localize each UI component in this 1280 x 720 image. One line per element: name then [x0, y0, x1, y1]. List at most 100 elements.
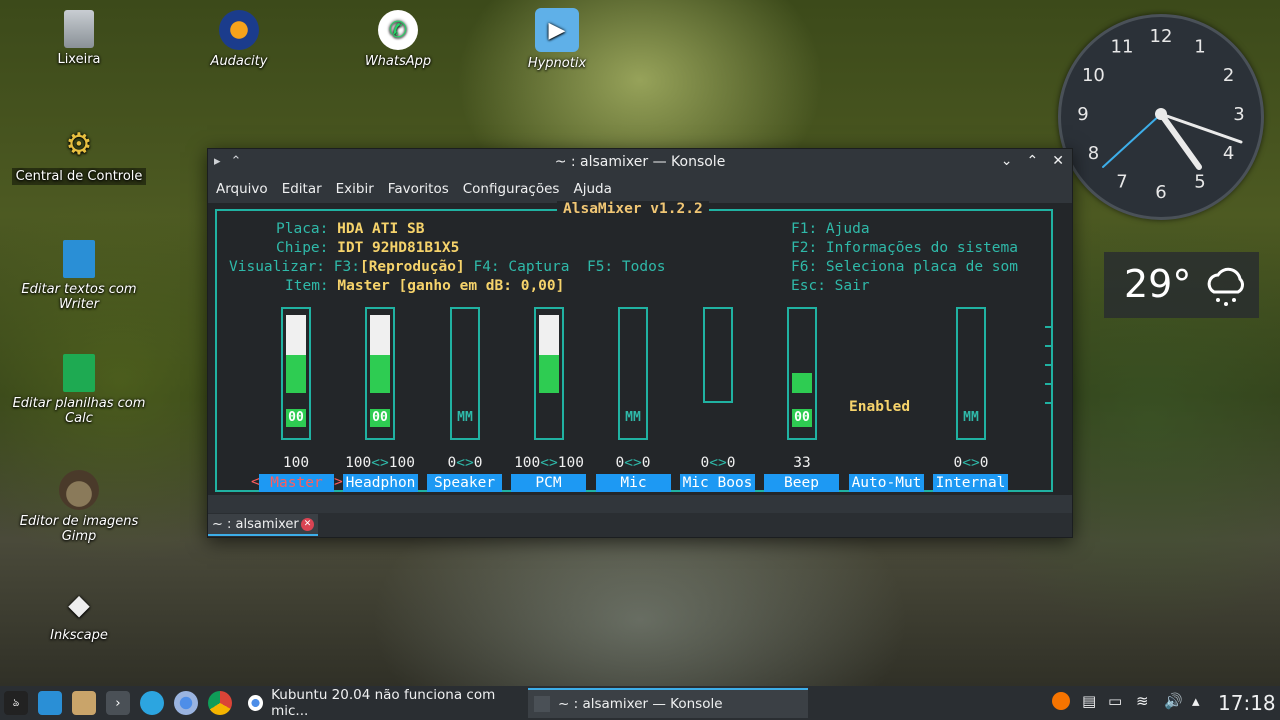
file-manager-icon[interactable]: [38, 691, 62, 715]
channel-internal-slider[interactable]: MM: [956, 307, 986, 440]
chromium-icon[interactable]: [174, 691, 198, 715]
clock-number: 7: [1116, 172, 1127, 193]
alsamixer-title: AlsaMixer v1.2.2: [557, 201, 709, 217]
telegram-icon[interactable]: [140, 691, 164, 715]
auto-mute-state: Enabled: [849, 399, 911, 415]
calc-icon: [63, 354, 95, 392]
channel-name-beep[interactable]: Beep: [764, 474, 839, 492]
channel-name-internal[interactable]: Internal: [933, 474, 1008, 492]
taskbar: ঌ › Kubuntu 20.04 não funciona com mic..…: [0, 686, 1280, 720]
channel-name-micboost[interactable]: Mic Boos: [680, 474, 755, 492]
desktop-icon-trash[interactable]: Lixeira: [4, 10, 154, 67]
maximize-button[interactable]: ⌃: [1027, 153, 1039, 169]
close-button[interactable]: ✕: [1052, 153, 1064, 169]
desktop-icon-label: Audacity: [210, 54, 268, 69]
volume-readout-internal: 0<>0: [953, 455, 989, 471]
menu-configuracoes[interactable]: Configurações: [463, 181, 560, 197]
volume-icon[interactable]: 🔊: [1164, 692, 1183, 710]
level-green: [792, 373, 812, 393]
volume-readout-master: 100: [282, 455, 310, 471]
menu-arquivo[interactable]: Arquivo: [216, 181, 268, 197]
tab-bar: ~ : alsamixer ✕: [208, 513, 1072, 537]
tab-alsamixer[interactable]: ~ : alsamixer ✕: [208, 514, 318, 536]
expand-tray-icon[interactable]: ▴: [1192, 692, 1200, 710]
terminal-area[interactable]: AlsaMixer v1.2.2 Placa: HDA ATI SB Chipe…: [208, 201, 1072, 495]
konsole-window[interactable]: ▸ ⌃ ~ : alsamixer — Konsole ⌄ ⌃ ✕ Arquiv…: [207, 148, 1073, 538]
audio-app-tray-icon[interactable]: [1052, 692, 1070, 710]
volume-readout-pcm: 100<>100: [514, 455, 584, 471]
channel-micboost-slider[interactable]: [703, 307, 733, 403]
menu-ajuda[interactable]: Ajuda: [573, 181, 611, 197]
desktop-icon-label: Hypnotix: [527, 56, 587, 71]
desktop-icon-whatsapp[interactable]: ✆ WhatsApp: [323, 10, 473, 69]
desktop-icon-label: Editar textos com Writer: [21, 282, 137, 312]
clock-number: 6: [1155, 182, 1166, 203]
chip-info: Chipe: IDT 92HD81B1X5: [276, 240, 460, 256]
channel-pcm-slider[interactable]: [534, 307, 564, 440]
channel-name-mic[interactable]: Mic: [596, 474, 671, 492]
channel-name-headphone[interactable]: Headphon: [343, 474, 418, 492]
chrome-task[interactable]: Kubuntu 20.04 não funciona com mic...: [242, 687, 522, 719]
wifi-icon[interactable]: ≋: [1136, 692, 1149, 710]
channel-beep-slider[interactable]: 00: [787, 307, 817, 440]
audacity-icon: [219, 10, 259, 50]
trash-icon: [64, 10, 94, 48]
gimp-icon: [59, 470, 99, 510]
mute-indicator: 00: [792, 409, 812, 427]
package-icon[interactable]: [72, 691, 96, 715]
desktop-icon-inkscape[interactable]: ◆ Inkscape: [4, 584, 154, 644]
help-esc: Esc: Sair: [791, 278, 870, 294]
desktop-icon-label: Editar planilhas com Calc: [12, 396, 146, 426]
chrome-icon[interactable]: [208, 691, 232, 715]
terminal-icon: [534, 696, 550, 712]
desktop-icon-label: Inkscape: [50, 628, 108, 643]
channel-master-slider[interactable]: 00: [281, 307, 311, 440]
weather-widget[interactable]: 29°: [1104, 252, 1259, 318]
channel-name-speaker[interactable]: Speaker: [427, 474, 502, 492]
clipboard-icon[interactable]: ▤: [1082, 692, 1096, 710]
clock-number: 9: [1077, 104, 1088, 125]
task-label: ~ : alsamixer — Konsole: [558, 696, 723, 712]
close-tab-icon[interactable]: ✕: [301, 518, 314, 531]
desktop-icon-label: Central de Controle: [11, 168, 147, 185]
channel-name-pcm[interactable]: PCM: [511, 474, 586, 492]
desktop-icon-writer[interactable]: Editar textos com Writer: [4, 240, 154, 312]
desktop-icon-gimp[interactable]: Editor de imagens Gimp: [4, 470, 154, 544]
writer-icon: [63, 240, 95, 278]
temperature: 29°: [1124, 262, 1192, 306]
whatsapp-icon: ✆: [378, 10, 418, 50]
menu-favoritos[interactable]: Favoritos: [388, 181, 449, 197]
task-label: Kubuntu 20.04 não funciona com mic...: [271, 687, 496, 719]
clock-number: 8: [1088, 143, 1099, 164]
window-titlebar[interactable]: ▸ ⌃ ~ : alsamixer — Konsole ⌄ ⌃ ✕: [208, 149, 1072, 177]
channel-headphone-slider[interactable]: 00: [365, 307, 395, 440]
level-green: [539, 355, 559, 393]
desktop-icon-hypnotix[interactable]: ▶ Hypnotix: [482, 8, 632, 71]
hypnotix-icon: ▶: [535, 8, 579, 52]
scroll-marks: [1045, 326, 1055, 421]
channel-name-master[interactable]: Master: [259, 474, 334, 492]
mute-indicator: MM: [963, 410, 979, 425]
clock-time[interactable]: 17:18: [1218, 691, 1276, 715]
desktop-icon-calc[interactable]: Editar planilhas com Calc: [4, 354, 154, 426]
inkscape-icon: ◆: [68, 587, 90, 621]
chrome-icon: [248, 695, 264, 711]
battery-icon[interactable]: ▭: [1108, 692, 1122, 710]
konsole-task[interactable]: ~ : alsamixer — Konsole: [528, 688, 808, 718]
menu-editar[interactable]: Editar: [282, 181, 322, 197]
channel-mic-slider[interactable]: MM: [618, 307, 648, 440]
mute-indicator: MM: [457, 410, 473, 425]
channel-speaker-slider[interactable]: MM: [450, 307, 480, 440]
minimize-button[interactable]: ⌄: [1001, 153, 1013, 169]
desktop-icon-audacity[interactable]: Audacity: [164, 10, 314, 69]
clock-number: 2: [1223, 65, 1234, 86]
channel-name-automute[interactable]: Auto-Mut: [849, 474, 924, 492]
control-center-icon: ⚙: [65, 126, 93, 162]
terminal-launcher-icon[interactable]: ›: [106, 691, 130, 715]
app-launcher-icon[interactable]: ঌ: [4, 691, 28, 715]
menu-exibir[interactable]: Exibir: [336, 181, 374, 197]
volume-readout-mic: 0<>0: [615, 455, 651, 471]
desktop-icon-control-center[interactable]: ⚙ Central de Controle: [4, 124, 154, 185]
clock-number: 12: [1150, 26, 1173, 47]
level-green: [286, 355, 306, 393]
